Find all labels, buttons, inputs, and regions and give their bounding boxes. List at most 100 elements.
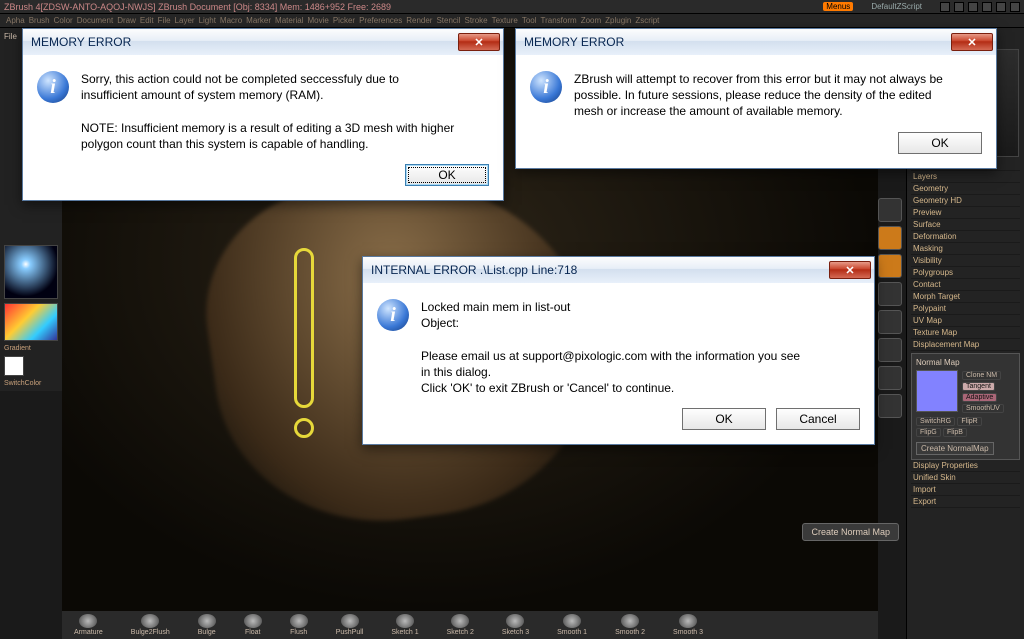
dialog-titlebar[interactable]: MEMORY ERROR ✕ (23, 29, 503, 55)
shelf-item[interactable]: Sketch 3 (502, 614, 529, 636)
shelf-item[interactable]: Flush (290, 614, 308, 636)
ok-button[interactable]: OK (898, 132, 982, 154)
ok-button[interactable]: OK (405, 164, 489, 186)
panel-row[interactable]: Contact (911, 279, 1020, 291)
tool-icon[interactable] (878, 338, 902, 362)
shelf-item[interactable]: Float (244, 614, 262, 636)
menu-item[interactable]: Stroke (464, 16, 487, 25)
panel-row[interactable]: Texture Map (911, 327, 1020, 339)
menu-item[interactable]: Material (275, 16, 303, 25)
color-swatch[interactable] (4, 356, 24, 376)
panel-row[interactable]: Import (911, 484, 1020, 496)
shelf-item[interactable]: Sketch 2 (447, 614, 474, 636)
flipb-button[interactable]: FlipB (943, 428, 967, 437)
create-normal-map-overlay-button[interactable]: Create Normal Map (802, 523, 899, 541)
shelf-item[interactable]: Smooth 2 (615, 614, 645, 636)
menu-item[interactable]: File (158, 16, 171, 25)
shelf-item[interactable]: Armature (74, 614, 103, 636)
switchrg-button[interactable]: SwitchRG (916, 417, 955, 426)
menu-item[interactable]: Marker (246, 16, 271, 25)
panel-row[interactable]: Displacement Map (911, 339, 1020, 351)
shelf-label: PushPull (336, 629, 364, 636)
menu-item[interactable]: Zoom (581, 16, 601, 25)
clone-nm-button[interactable]: Clone NM (962, 371, 1001, 380)
menu-item[interactable]: Texture (492, 16, 518, 25)
menu-item[interactable]: Stencil (436, 16, 460, 25)
menu-item[interactable]: Preferences (359, 16, 402, 25)
adaptive-button[interactable]: Adaptive (962, 393, 997, 402)
panel-row[interactable]: Morph Target (911, 291, 1020, 303)
win-btn[interactable] (968, 2, 978, 12)
tool-icon[interactable] (878, 310, 902, 334)
smoothuv-button[interactable]: SmoothUV (962, 404, 1004, 413)
menu-item[interactable]: Zscript (635, 16, 659, 25)
panel-row[interactable]: Visibility (911, 255, 1020, 267)
menu-item[interactable]: Movie (308, 16, 329, 25)
shelf-item[interactable]: Bulge (198, 614, 216, 636)
gradient-swatch[interactable] (4, 303, 58, 341)
panel-row[interactable]: Geometry (911, 183, 1020, 195)
win-btn[interactable] (982, 2, 992, 12)
shelf-item[interactable]: Smooth 1 (557, 614, 587, 636)
shelf-item[interactable]: Bulge2Flush (131, 614, 170, 636)
tool-icon[interactable] (878, 198, 902, 222)
menu-item[interactable]: Transform (541, 16, 577, 25)
win-btn[interactable] (954, 2, 964, 12)
tool-icon[interactable] (878, 282, 902, 306)
menu-item[interactable]: Document (77, 16, 113, 25)
win-btn[interactable] (996, 2, 1006, 12)
panel-row[interactable]: Preview (911, 207, 1020, 219)
panel-row[interactable]: Masking (911, 243, 1020, 255)
menu-item[interactable]: Render (406, 16, 432, 25)
create-normalmap-button[interactable]: Create NormalMap (916, 442, 994, 455)
panel-row[interactable]: UV Map (911, 315, 1020, 327)
shelf-item[interactable]: PushPull (336, 614, 364, 636)
menu-item[interactable]: Picker (333, 16, 355, 25)
shelf-item[interactable]: Sketch 1 (391, 614, 418, 636)
dialog-message: Locked main mem in list-out Object: Plea… (421, 299, 800, 396)
flipr-button[interactable]: FlipR (957, 417, 981, 426)
switchcolor-label[interactable]: SwitchColor (4, 380, 58, 387)
menu-item[interactable]: Light (199, 16, 216, 25)
panel-row[interactable]: Unified Skin (911, 472, 1020, 484)
ok-button[interactable]: OK (682, 408, 766, 430)
win-btn[interactable] (940, 2, 950, 12)
panel-row[interactable]: Export (911, 496, 1020, 508)
panel-row[interactable]: Polygroups (911, 267, 1020, 279)
menu-item[interactable]: Draw (117, 16, 136, 25)
close-icon[interactable]: ✕ (951, 33, 993, 51)
dialog-titlebar[interactable]: INTERNAL ERROR .\List.cpp Line:718 ✕ (363, 257, 874, 283)
tool-icon[interactable] (878, 366, 902, 390)
dialog-titlebar[interactable]: MEMORY ERROR ✕ (516, 29, 996, 55)
menu-item[interactable]: Layer (175, 16, 195, 25)
panel-row[interactable]: Geometry HD (911, 195, 1020, 207)
close-icon[interactable]: ✕ (458, 33, 500, 51)
brush-preview[interactable] (4, 245, 58, 299)
menu-item[interactable]: Apha (6, 16, 25, 25)
menu-item[interactable]: Color (54, 16, 73, 25)
panel-row[interactable]: Display Properties (911, 460, 1020, 472)
default-zscript[interactable]: DefaultZScript (871, 2, 922, 11)
tool-icon[interactable] (878, 254, 902, 278)
shelf-item[interactable]: Smooth 3 (673, 614, 703, 636)
panel-row[interactable]: Polypaint (911, 303, 1020, 315)
menu-item[interactable]: Edit (140, 16, 154, 25)
win-btn[interactable] (1010, 2, 1020, 12)
menu-item[interactable]: Tool (522, 16, 537, 25)
menus-badge[interactable]: Menus (823, 2, 853, 11)
flipg-button[interactable]: FlipG (916, 428, 941, 437)
close-icon[interactable]: ✕ (829, 261, 871, 279)
menu-item[interactable]: Zplugin (605, 16, 631, 25)
menu-item[interactable]: Macro (220, 16, 242, 25)
panel-row[interactable]: Layers (911, 171, 1020, 183)
panel-row[interactable]: Deformation (911, 231, 1020, 243)
tool-icon[interactable] (878, 394, 902, 418)
panel-row[interactable]: Surface (911, 219, 1020, 231)
gradient-label: Gradient (4, 345, 58, 352)
tool-icon[interactable] (878, 226, 902, 250)
tangent-button[interactable]: Tangent (962, 382, 995, 391)
normal-map-swatch[interactable] (916, 370, 958, 412)
normal-map-label[interactable]: Normal Map (916, 358, 1015, 367)
cancel-button[interactable]: Cancel (776, 408, 860, 430)
menu-item[interactable]: Brush (29, 16, 50, 25)
